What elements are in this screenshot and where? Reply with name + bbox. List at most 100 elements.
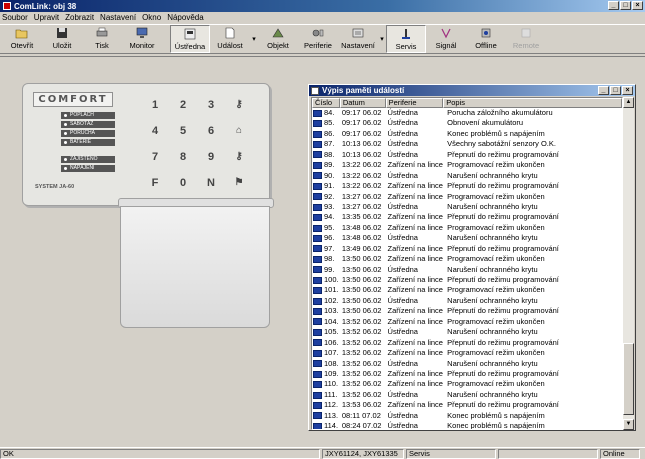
key-f[interactable]: F xyxy=(141,174,169,192)
event-icon xyxy=(225,27,235,39)
chevron-down-icon[interactable]: ▾ xyxy=(378,25,386,53)
scrollbar-thumb[interactable] xyxy=(623,343,634,415)
event-number-cell: 92. xyxy=(312,192,340,202)
close-icon[interactable]: × xyxy=(632,1,643,10)
open-button[interactable]: Otevřít xyxy=(2,25,42,53)
save-button[interactable]: Uložit xyxy=(42,25,82,53)
scroll-down-icon[interactable]: ▼ xyxy=(623,419,634,430)
key-6[interactable]: 6 xyxy=(197,122,225,140)
column-header-date[interactable]: Datum xyxy=(339,98,386,108)
column-header-number[interactable]: Číslo xyxy=(312,98,340,108)
menu-zobrazit[interactable]: Zobrazit xyxy=(65,13,94,22)
table-row[interactable]: 89. 13:22 06.02 Zařízení na lince Programov… xyxy=(312,160,622,170)
key-panic-icon[interactable]: ⚑ xyxy=(225,174,253,192)
peripheral-button[interactable]: Periferie xyxy=(298,25,338,53)
event-button[interactable]: Událost xyxy=(210,25,250,53)
settings-button[interactable]: Nastavení xyxy=(338,25,378,53)
column-header-peripheral[interactable]: Periferie xyxy=(385,98,444,108)
key-7[interactable]: 7 xyxy=(141,148,169,166)
key-arm-icon[interactable]: ⚷ xyxy=(225,96,253,114)
service-button[interactable]: Servis xyxy=(386,25,426,53)
menu-upravit[interactable]: Upravit xyxy=(34,13,59,22)
table-row[interactable]: 86. 09:17 06.02 Ústředna Konec problémů s n… xyxy=(312,129,622,139)
keypad-flap[interactable] xyxy=(120,206,270,328)
table-row[interactable]: 85. 09:17 06.02 Ústředna Obnovení akumuláto… xyxy=(312,118,622,128)
table-row[interactable]: 88. 10:13 06.02 Ústředna Přepnutí do režimu… xyxy=(312,150,622,160)
key-0[interactable]: 0 xyxy=(169,174,197,192)
signal-button[interactable]: Signál xyxy=(426,25,466,53)
remote-button[interactable]: Remote xyxy=(506,25,546,53)
minimize-icon[interactable]: _ xyxy=(608,1,619,10)
menu-soubor[interactable]: Soubor xyxy=(2,13,28,22)
minimize-icon[interactable]: _ xyxy=(598,86,609,95)
event-number: 99. xyxy=(324,264,335,274)
event-number: 90. xyxy=(324,170,335,180)
table-row[interactable]: 99. 13:50 06.02 Ústředna Narušení ochrannéh… xyxy=(312,265,622,275)
maximize-icon[interactable]: □ xyxy=(610,86,621,95)
event-peripheral: Zařízení na lince xyxy=(387,191,443,201)
monitor-button[interactable]: Monitor xyxy=(122,25,162,53)
chevron-down-icon[interactable]: ▾ xyxy=(250,25,258,53)
menu-napoveda[interactable]: Nápověda xyxy=(167,13,203,22)
table-row[interactable]: 91. 13:22 06.02 Zařízení na lince Přepnutí … xyxy=(312,181,622,191)
table-row[interactable]: 100. 13:50 06.02 Zařízení na lince Přepnutí… xyxy=(312,275,622,285)
menu-bar: Soubor Upravit Zobrazit Nastavení Okno N… xyxy=(0,12,645,23)
table-row[interactable]: 111. 13:52 06.02 Ústředna Narušení ochranné… xyxy=(312,390,622,400)
table-row[interactable]: 95. 13:48 06.02 Zařízení na lince Programov… xyxy=(312,223,622,233)
title-bar[interactable]: ComLink: obj 38 _ □ × xyxy=(0,0,645,12)
menu-nastaveni[interactable]: Nastavení xyxy=(100,13,136,22)
table-row[interactable]: 110. 13:52 06.02 Zařízení na lince Programo… xyxy=(312,379,622,389)
offline-button[interactable]: Offline xyxy=(466,25,506,53)
event-number-cell: 104. xyxy=(312,317,340,327)
table-row[interactable]: 113. 08:11 07.02 Ústředna Konec problémů s … xyxy=(312,411,622,421)
key-1[interactable]: 1 xyxy=(141,96,169,114)
key-5[interactable]: 5 xyxy=(169,122,197,140)
key-8[interactable]: 8 xyxy=(169,148,197,166)
event-window-titlebar[interactable]: Výpis paměti událostí _ □ × xyxy=(309,85,635,96)
print-button[interactable]: Tisk xyxy=(82,25,122,53)
table-row[interactable]: 107. 13:52 06.02 Zařízení na lince Programo… xyxy=(312,348,622,358)
event-number: 88. xyxy=(324,149,335,159)
event-number-cell: 85. xyxy=(312,118,340,128)
event-number-cell: 113. xyxy=(312,411,340,421)
table-row[interactable]: 108. 13:52 06.02 Ústředna Narušení ochranné… xyxy=(312,359,622,369)
table-row[interactable]: 98. 13:50 06.02 Zařízení na lince Programov… xyxy=(312,254,622,264)
table-row[interactable]: 87. 10:13 06.02 Ústředna Všechny sabotážní … xyxy=(312,139,622,149)
object-button[interactable]: Objekt xyxy=(258,25,298,53)
key-9[interactable]: 9 xyxy=(197,148,225,166)
menu-okno[interactable]: Okno xyxy=(142,13,161,22)
panel-button[interactable]: Ústředna xyxy=(170,25,210,53)
vertical-scrollbar[interactable]: ▲ ▼ xyxy=(623,97,634,430)
table-row[interactable]: 106. 13:52 06.02 Zařízení na lince Přepnutí… xyxy=(312,338,622,348)
table-row[interactable]: 103. 13:50 06.02 Zařízení na lince Přepnutí… xyxy=(312,306,622,316)
table-row[interactable]: 105. 13:52 06.02 Ústředna Narušení ochranné… xyxy=(312,327,622,337)
keypad-panel[interactable]: COMFORT POPLACH SABOTÁŽ PORUCHA BATERIE … xyxy=(22,83,270,206)
table-row[interactable]: 94. 13:35 06.02 Zařízení na lince Přepnutí … xyxy=(312,212,622,222)
key-3[interactable]: 3 xyxy=(197,96,225,114)
table-row[interactable]: 92. 13:27 06.02 Zařízení na lince Programov… xyxy=(312,192,622,202)
key-4[interactable]: 4 xyxy=(141,122,169,140)
maximize-icon[interactable]: □ xyxy=(620,1,631,10)
event-memory-window[interactable]: Výpis paměti událostí _ □ × Číslo Datum … xyxy=(308,84,636,431)
key-2[interactable]: 2 xyxy=(169,96,197,114)
table-row[interactable]: 97. 13:49 06.02 Zařízení na lince Přepnutí … xyxy=(312,244,622,254)
table-row[interactable]: 101. 13:50 06.02 Zařízení na lince Programo… xyxy=(312,285,622,295)
table-row[interactable]: 96. 13:48 06.02 Ústředna Narušení ochrannéh… xyxy=(312,233,622,243)
table-row[interactable]: 93. 13:27 06.02 Ústředna Narušení ochrannéh… xyxy=(312,202,622,212)
table-row[interactable]: 104. 13:52 06.02 Zařízení na lince Programo… xyxy=(312,317,622,327)
key-home-icon[interactable]: ⌂ xyxy=(225,122,253,140)
table-row[interactable]: 109. 13:52 06.02 Zařízení na lince Přepnutí… xyxy=(312,369,622,379)
table-row[interactable]: 84. 09:17 06.02 Ústředna Porucha záložního … xyxy=(312,108,622,118)
event-peripheral: Ústředna xyxy=(387,295,418,305)
event-number: 110. xyxy=(324,379,339,389)
close-icon[interactable]: × xyxy=(622,86,633,95)
column-header-description[interactable]: Popis xyxy=(443,98,622,108)
table-row[interactable]: 114. 08:24 07.02 Ústředna Konec problémů s … xyxy=(312,421,622,429)
table-row[interactable]: 112. 13:53 06.02 Zařízení na lince Přepnutí… xyxy=(312,400,622,410)
scroll-up-icon[interactable]: ▲ xyxy=(623,97,634,108)
key-n[interactable]: N xyxy=(197,174,225,192)
event-number: 87. xyxy=(324,139,335,149)
table-row[interactable]: 90. 13:22 06.02 Ústředna Narušení ochrannéh… xyxy=(312,171,622,181)
table-row[interactable]: 102. 13:50 06.02 Ústředna Narušení ochranné… xyxy=(312,296,622,306)
key-door-icon[interactable]: ⚷ xyxy=(225,148,253,166)
